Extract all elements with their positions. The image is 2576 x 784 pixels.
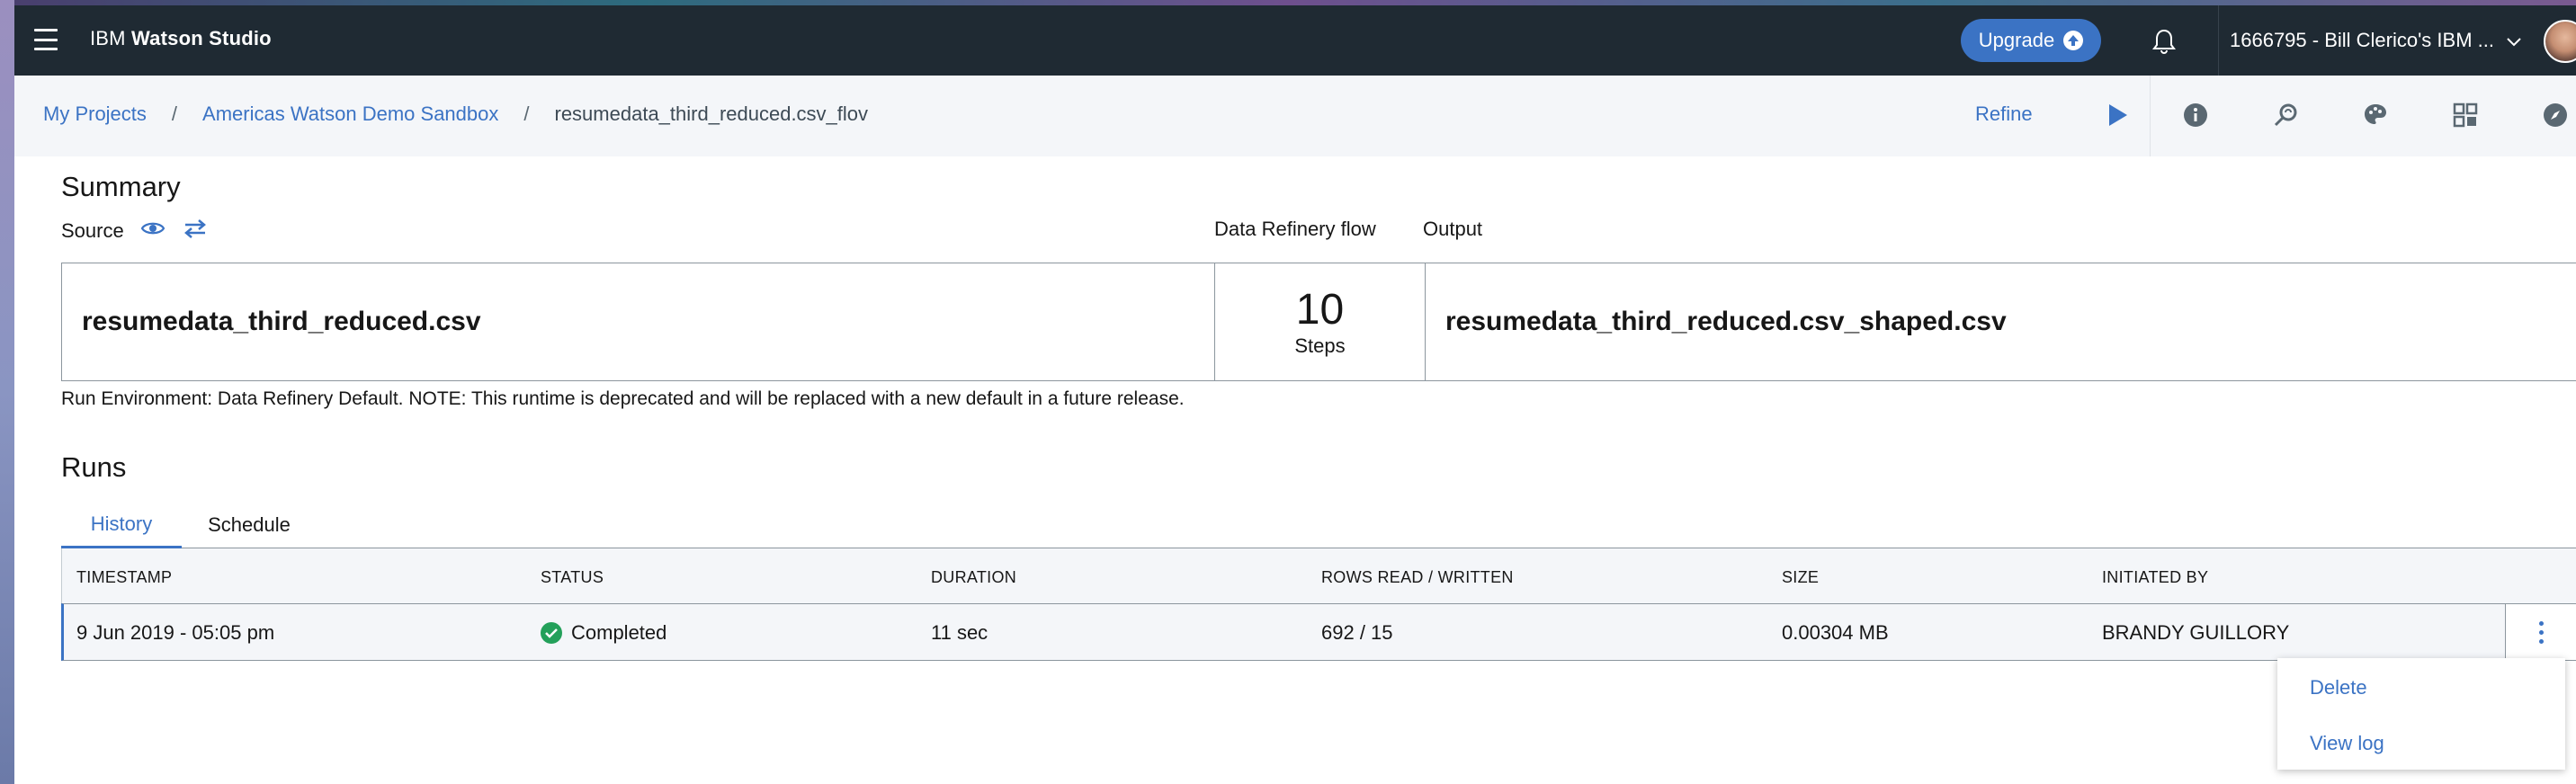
account-label: 1666795 - Bill Clerico's IBM ... [2230, 29, 2494, 51]
row-overflow-menu-icon[interactable] [2505, 603, 2576, 661]
palette-icon[interactable] [2362, 102, 2389, 129]
flow-summary-box: resumedata_third_reduced.csv 10 Steps re… [61, 263, 2576, 381]
compass-icon[interactable] [2542, 102, 2569, 129]
menu-item-delete[interactable]: Delete [2310, 676, 2367, 699]
find-replace-icon[interactable] [2272, 102, 2299, 129]
steps-summary: 10 Steps [1215, 263, 1426, 380]
tab-history[interactable]: History [61, 502, 182, 548]
breadcrumb: My Projects / Americas Watson Demo Sandb… [43, 102, 868, 126]
app-window: IBM Watson Studio Upgrade 1666795 - Bill… [14, 5, 2576, 784]
user-avatar[interactable] [2544, 20, 2576, 63]
upgrade-button[interactable]: Upgrade [1961, 19, 2101, 62]
table-row[interactable]: 9 Jun 2019 - 05:05 pm Completed 11 sec 6… [61, 603, 2576, 661]
cell-status: Completed [541, 621, 666, 645]
brand-prefix: IBM [90, 27, 126, 49]
account-switcher[interactable]: 1666795 - Bill Clerico's IBM ... [2218, 5, 2533, 76]
data-refinery-flow-label: Data Refinery flow [1214, 218, 1376, 240]
eye-icon[interactable] [140, 219, 165, 243]
breadcrumb-separator: / [171, 102, 178, 125]
cell-size: 0.00304 MB [1782, 621, 1889, 644]
summary-heading: Summary [61, 171, 181, 202]
runs-history-table: TIMESTAMP STATUS DURATION ROWS READ / WR… [61, 548, 2576, 661]
output-label: Output [1423, 218, 1483, 240]
cell-timestamp: 9 Jun 2019 - 05:05 pm [76, 621, 275, 644]
info-icon[interactable] [2182, 102, 2209, 129]
runs-heading: Runs [61, 451, 127, 483]
hamburger-menu-icon[interactable] [34, 29, 58, 50]
row-overflow-menu: Delete View log [2277, 658, 2565, 770]
top-header: IBM Watson Studio Upgrade 1666795 - Bill… [14, 5, 2576, 76]
checkmark-icon [541, 622, 562, 644]
breadcrumb-my-projects[interactable]: My Projects [43, 102, 147, 126]
menu-item-view-log[interactable]: View log [2310, 732, 2384, 755]
grid-view-icon[interactable] [2452, 102, 2479, 129]
tab-schedule[interactable]: Schedule [200, 502, 299, 548]
steps-count: 10 [1295, 286, 1345, 334]
upgrade-label: Upgrade [1978, 29, 2055, 51]
project-toolbar: My Projects / Americas Watson Demo Sandb… [14, 76, 2576, 156]
arrow-up-icon [2063, 31, 2084, 50]
steps-label: Steps [1294, 334, 1346, 357]
runs-tabs: History Schedule [61, 502, 2576, 548]
breadcrumb-separator: / [523, 102, 530, 125]
column-header-status[interactable]: STATUS [541, 568, 604, 587]
desktop-left-edge [0, 0, 14, 784]
cell-rows: 692 / 15 [1321, 621, 1393, 644]
run-play-icon[interactable] [2103, 101, 2132, 129]
column-header-rows[interactable]: ROWS READ / WRITTEN [1321, 568, 1514, 587]
brand-name: Watson Studio [131, 27, 272, 49]
chevron-down-icon [2507, 29, 2521, 52]
output-file-name: resumedata_third_reduced.csv_shaped.csv [1445, 307, 2007, 336]
column-header-initiated-by[interactable]: INITIATED BY [2102, 568, 2208, 587]
table-header: TIMESTAMP STATUS DURATION ROWS READ / WR… [61, 548, 2576, 604]
toolbar-divider [2150, 76, 2151, 156]
source-file-name: resumedata_third_reduced.csv [62, 263, 1215, 380]
source-label: Source [61, 219, 124, 242]
column-header-size[interactable]: SIZE [1782, 568, 1819, 587]
cell-duration: 11 sec [931, 621, 988, 644]
column-header-timestamp[interactable]: TIMESTAMP [76, 568, 172, 587]
run-environment-note: Run Environment: Data Refinery Default. … [61, 388, 1185, 409]
refine-button[interactable]: Refine [1975, 102, 2033, 126]
column-header-duration[interactable]: DURATION [931, 568, 1016, 587]
notifications-bell-icon[interactable] [2150, 27, 2178, 56]
change-source-icon[interactable] [182, 218, 209, 245]
breadcrumb-project[interactable]: Americas Watson Demo Sandbox [202, 102, 498, 126]
cell-initiated-by: BRANDY GUILLORY [2102, 621, 2290, 644]
product-brand[interactable]: IBM Watson Studio [90, 27, 272, 50]
status-label: Completed [571, 621, 667, 644]
breadcrumb-current-flow: resumedata_third_reduced.csv_flov [554, 102, 869, 125]
source-row: Source [61, 218, 209, 245]
